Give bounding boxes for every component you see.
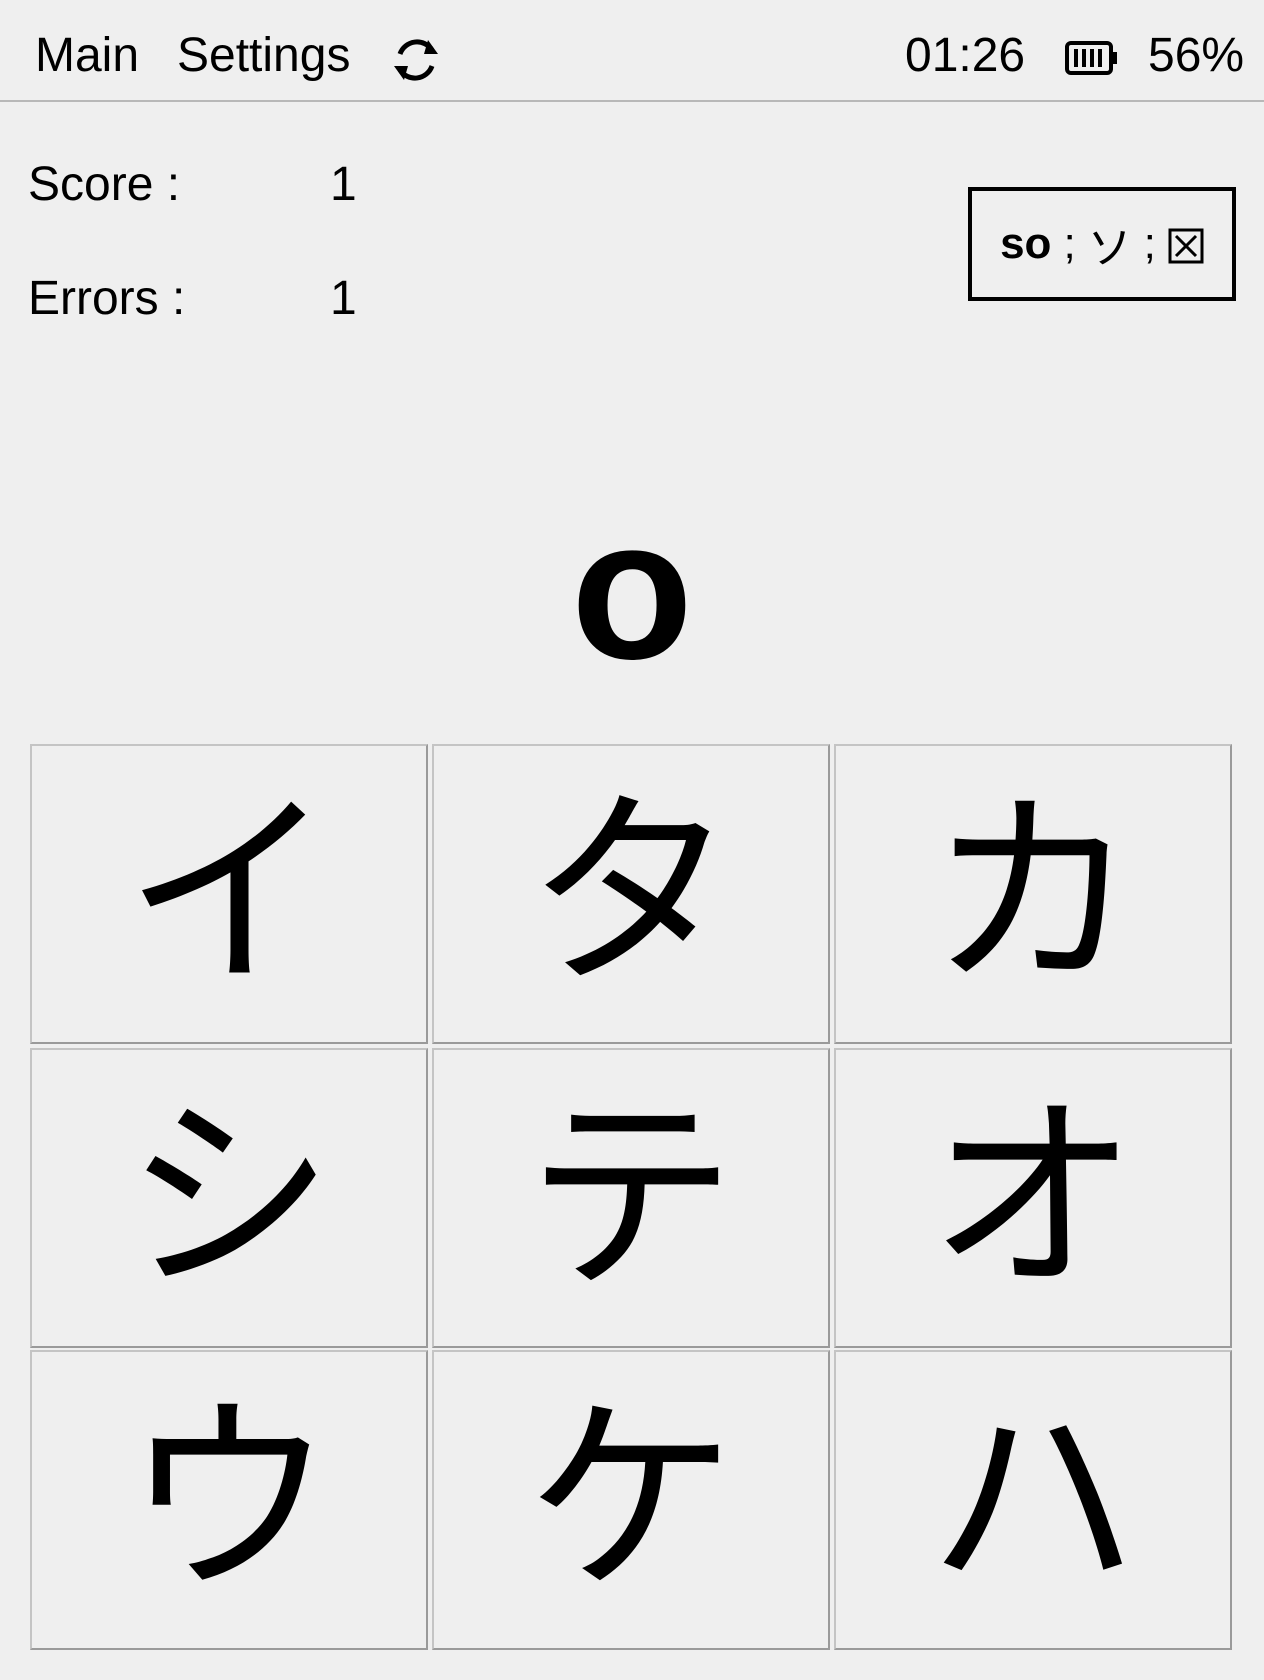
errors-label: Errors : bbox=[28, 272, 186, 325]
choice-button[interactable]: オ bbox=[834, 1048, 1232, 1348]
score-value: 1 bbox=[330, 158, 357, 211]
choice-grid: イ タ カ シ テ オ ウ ケ ハ bbox=[30, 744, 1234, 1650]
choice-button[interactable]: テ bbox=[432, 1048, 830, 1348]
battery-icon bbox=[1065, 41, 1117, 75]
choice-button[interactable]: タ bbox=[432, 744, 830, 1044]
choice-button[interactable]: ケ bbox=[432, 1350, 830, 1650]
choice-button[interactable]: カ bbox=[834, 744, 1232, 1044]
separator: ; bbox=[1063, 219, 1076, 268]
menu-main[interactable]: Main bbox=[35, 28, 139, 84]
battery-percent: 56% bbox=[1148, 29, 1245, 82]
menu-settings[interactable]: Settings bbox=[177, 28, 350, 84]
top-bar: Main Settings 01:26 56% bbox=[0, 0, 1264, 102]
separator: ; bbox=[1143, 219, 1156, 268]
errors-value: 1 bbox=[330, 272, 357, 325]
wrong-box-icon bbox=[1168, 228, 1204, 264]
score-label: Score : bbox=[28, 158, 181, 211]
choice-button[interactable]: シ bbox=[30, 1048, 428, 1348]
prompt-romaji: o bbox=[570, 478, 694, 701]
refresh-icon[interactable] bbox=[388, 32, 444, 88]
choice-button[interactable]: ハ bbox=[834, 1350, 1232, 1650]
last-answer-box: so ; ソ ; bbox=[968, 187, 1236, 301]
clock: 01:26 bbox=[905, 29, 1026, 82]
choice-button[interactable]: イ bbox=[30, 744, 428, 1044]
choice-button[interactable]: ウ bbox=[30, 1350, 428, 1650]
last-answer-romaji: so bbox=[1000, 219, 1052, 268]
last-answer-kana: ソ bbox=[1087, 224, 1132, 273]
